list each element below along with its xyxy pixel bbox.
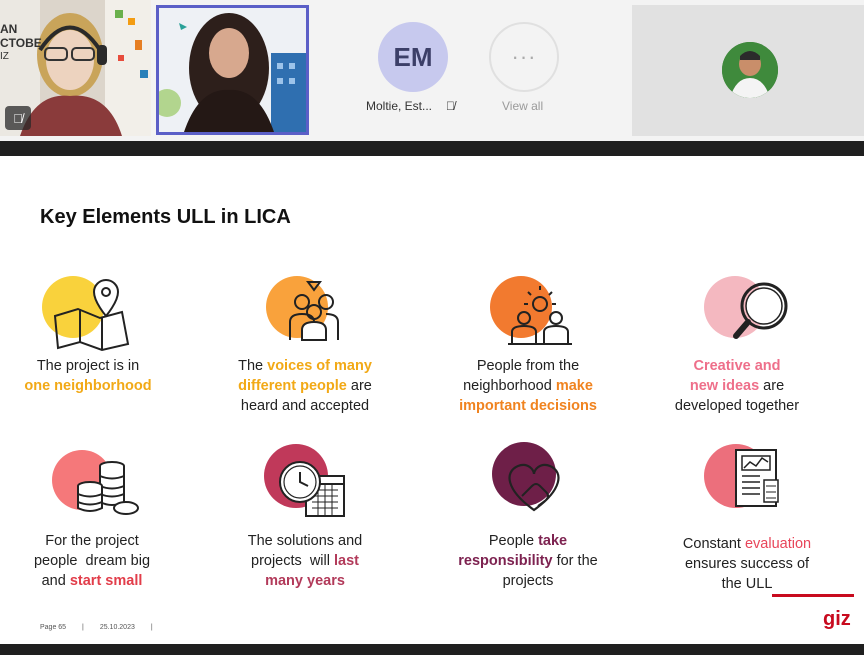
caption-text: developed together	[674, 398, 800, 414]
caption-text: projects	[502, 573, 554, 589]
caption-highlight: Creative and	[693, 358, 781, 374]
map-pin-icon	[40, 274, 135, 354]
caption-text: are	[346, 378, 372, 394]
element-caption-8: Constant evaluation ensures success of t…	[642, 534, 852, 594]
element-caption-2: The voices of many different people are …	[200, 356, 410, 416]
separator-bar	[0, 141, 864, 156]
mic-muted-icon: 🎙̸	[446, 99, 455, 113]
participant-avatar-photo	[722, 42, 778, 98]
more-participants-button[interactable]: ···	[489, 22, 559, 92]
element-caption-5: For the project people dream big and sta…	[0, 531, 197, 591]
participant-video-tile-1[interactable]: AN CTOBE IZ 🎙̸	[0, 0, 151, 136]
slide-title: Key Elements ULL in LICA	[40, 206, 291, 228]
magnifier-icon	[702, 274, 797, 354]
participant-name-label: Moltie, Est...	[366, 99, 433, 113]
view-all-link[interactable]: View all	[502, 99, 543, 113]
caption-text: the ULL	[721, 576, 773, 592]
calendar-clock-icon	[262, 442, 357, 522]
separator-bar-bottom	[0, 644, 864, 655]
slide-date: 25.10.2023	[99, 624, 135, 631]
element-caption-6: The solutions and projects will last man…	[200, 531, 410, 591]
shared-slide: Key Elements ULL in LICA The project is …	[0, 156, 864, 644]
caption-text: The project is in	[36, 358, 140, 374]
caption-highlight: different people	[238, 378, 347, 394]
background-text-line: CTOBE	[0, 36, 42, 50]
caption-highlight: new ideas	[689, 378, 760, 394]
caption-highlight: voices of many	[267, 358, 372, 374]
footer-separator: |	[150, 624, 153, 631]
slide-footer: Page 65 | 25.10.2023 |	[40, 624, 167, 631]
caption-highlight: responsibility	[458, 553, 553, 569]
caption-text: Constant	[682, 536, 745, 552]
caption-text: people dream big	[33, 553, 151, 569]
caption-text: heard and accepted	[240, 398, 370, 414]
giz-logo: giz	[823, 608, 851, 630]
participant-video-tile-2-active-speaker[interactable]	[156, 5, 309, 135]
caption-text: are	[759, 378, 785, 394]
caption-text: For the project	[45, 533, 139, 549]
caption-text: neighborhood	[463, 378, 556, 394]
background-text-line: IZ	[0, 51, 9, 62]
caption-highlight: evaluation	[744, 536, 812, 552]
caption-highlight: many years	[265, 573, 345, 589]
caption-text: for the	[552, 553, 598, 569]
element-caption-1: The project is in one neighborhood	[0, 356, 193, 396]
participant-avatar-em[interactable]: EM	[378, 22, 448, 92]
heart-hand-icon	[490, 440, 585, 520]
participant-video-2	[159, 8, 306, 132]
footer-separator: |	[82, 624, 84, 631]
element-caption-4: Creative and new ideas are developed tog…	[632, 356, 842, 416]
caption-highlight: start small	[69, 573, 143, 589]
caption-text: and	[41, 573, 70, 589]
caption-text: projects will	[251, 553, 334, 569]
caption-text: ensures success of	[684, 556, 810, 572]
team-idea-icon	[488, 274, 583, 354]
report-icon	[702, 440, 797, 520]
caption-highlight: last	[334, 553, 359, 569]
caption-highlight: one neighborhood	[24, 378, 152, 394]
caption-highlight: take	[538, 533, 568, 549]
element-caption-3: People from the neighborhood make import…	[423, 356, 633, 416]
participant-tile-3[interactable]	[632, 5, 864, 136]
group-people-icon	[264, 274, 359, 354]
brand-line	[772, 594, 854, 597]
element-caption-7: People take responsibility for the proje…	[423, 531, 633, 591]
caption-text: The solutions and	[247, 533, 363, 549]
caption-highlight: important decisions	[459, 398, 597, 414]
caption-highlight: make	[555, 378, 593, 394]
coins-icon	[48, 446, 143, 526]
caption-text: The	[238, 358, 268, 374]
page-number: Page 65	[40, 624, 67, 631]
caption-text: People from the	[476, 358, 580, 374]
mic-muted-icon: 🎙̸	[5, 106, 31, 130]
caption-text: People	[488, 533, 539, 549]
background-text-line: AN	[0, 22, 18, 36]
